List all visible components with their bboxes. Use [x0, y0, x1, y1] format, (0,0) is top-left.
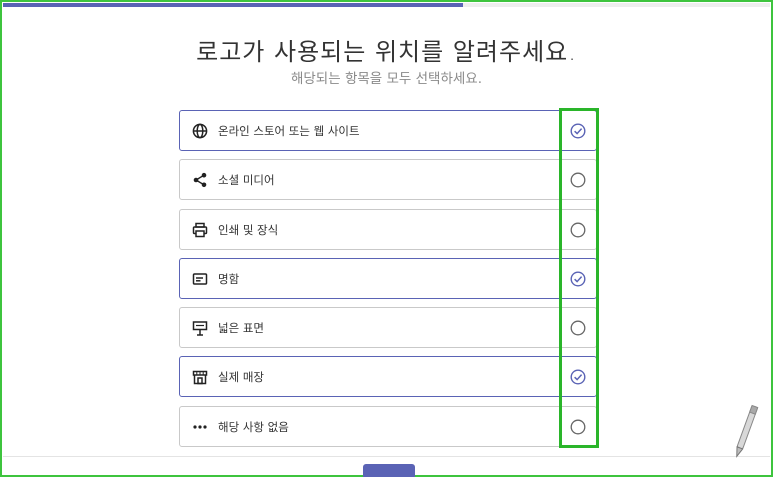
option-label: 해당 사항 없음: [218, 419, 289, 434]
option-business-card[interactable]: 명함: [179, 257, 597, 299]
option-physical-store[interactable]: 실제 매장: [179, 356, 597, 398]
pen-icon: [730, 403, 762, 459]
option-online-store[interactable]: 온라인 스토어 또는 웹 사이트: [179, 110, 597, 151]
option-label: 온라인 스토어 또는 웹 사이트: [218, 124, 360, 138]
printer-icon: [191, 221, 209, 239]
option-label: 실제 매장: [218, 370, 264, 385]
check-circle-icon[interactable]: [570, 271, 586, 287]
option-none[interactable]: 해당 사항 없음: [179, 405, 597, 447]
billboard-icon: [191, 319, 209, 337]
option-social-media[interactable]: 소셜 미디어: [179, 159, 597, 201]
continue-button[interactable]: [363, 464, 415, 477]
page-title: 로고가 사용되는 위치를 알려주세요.: [196, 38, 577, 66]
radio-circle-icon[interactable]: [570, 320, 586, 336]
option-label: 명함: [218, 271, 240, 286]
radio-circle-icon[interactable]: [570, 419, 586, 435]
check-circle-icon[interactable]: [570, 369, 586, 385]
check-circle-icon[interactable]: [570, 123, 586, 139]
option-print-decoration[interactable]: 인쇄 및 장식: [179, 208, 597, 250]
progress-bar: [3, 3, 770, 7]
page-subtitle: 해당되는 항목을 모두 선택하세요.: [290, 71, 483, 87]
business-card-icon: [191, 270, 209, 288]
option-large-surface[interactable]: 넓은 표면: [179, 307, 597, 349]
option-label: 넓은 표면: [218, 321, 264, 336]
option-label: 소셜 미디어: [218, 173, 275, 188]
more-dots-icon: [191, 418, 209, 436]
option-list: 온라인 스토어 또는 웹 사이트 소셜 미디어 인쇄 및 장식 명함 넓은 표면…: [179, 110, 597, 455]
globe-icon: [191, 122, 209, 140]
option-label: 인쇄 및 장식: [218, 222, 279, 237]
progress-bar-fill: [3, 3, 464, 7]
radio-circle-icon[interactable]: [570, 172, 586, 188]
storefront-icon: [191, 368, 209, 386]
radio-circle-icon[interactable]: [570, 222, 586, 238]
footer-divider: [3, 456, 770, 457]
share-icon: [191, 171, 209, 189]
